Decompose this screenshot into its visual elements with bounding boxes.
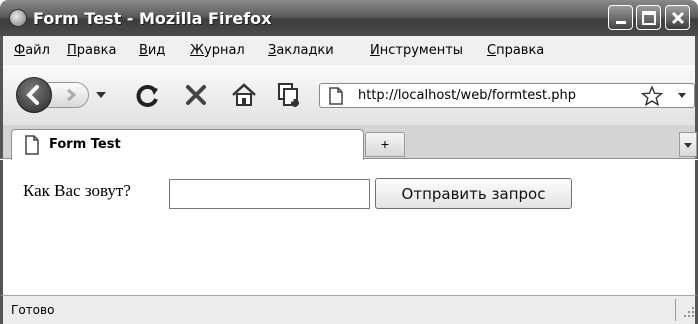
- back-arrow-icon: [26, 85, 39, 105]
- page-content: Как Вас зовут? Отправить запрос: [0, 160, 698, 295]
- firefox-icon: [9, 9, 27, 27]
- url-bar[interactable]: http://localhost/web/formtest.php: [319, 83, 695, 108]
- menu-tools[interactable]: Инструменты: [370, 43, 463, 58]
- url-text: http://localhost/web/formtest.php: [358, 88, 576, 103]
- window-title: Form Test - Mozilla Firefox: [33, 9, 272, 28]
- menu-view[interactable]: Вид: [139, 43, 165, 58]
- maximize-icon: [642, 11, 656, 25]
- status-bar: Готово: [0, 295, 698, 324]
- maximize-button[interactable]: [636, 5, 661, 30]
- menu-history[interactable]: Журнал: [190, 43, 245, 58]
- close-button[interactable]: [665, 5, 690, 30]
- bookmarks-icon[interactable]: [275, 80, 305, 110]
- reload-icon[interactable]: [133, 80, 163, 110]
- title-bar: Form Test - Mozilla Firefox: [0, 0, 698, 36]
- resize-grip-icon[interactable]: [683, 306, 695, 318]
- menu-bar: Файл Правка Вид Журнал Закладки Инструме…: [0, 36, 698, 65]
- chevron-down-icon: [684, 143, 692, 148]
- status-text: Готово: [11, 303, 55, 317]
- name-input[interactable]: [169, 179, 370, 209]
- forward-button[interactable]: [47, 82, 89, 108]
- minimize-icon: [616, 21, 626, 24]
- tab-list-button[interactable]: [679, 132, 697, 157]
- close-icon: [671, 11, 685, 25]
- menu-file[interactable]: Файл: [14, 43, 50, 58]
- minimize-button[interactable]: [608, 5, 633, 30]
- tab-title: Form Test: [49, 137, 121, 152]
- page-icon: [25, 135, 39, 155]
- url-dropdown-icon[interactable]: [676, 90, 688, 102]
- menu-help[interactable]: Справка: [487, 43, 544, 58]
- menu-bookmarks[interactable]: Закладки: [268, 43, 334, 58]
- tab-strip: Form Test +: [0, 125, 698, 160]
- forward-arrow-icon: [67, 88, 77, 102]
- tab-form-test[interactable]: Form Test: [11, 129, 364, 160]
- submit-button[interactable]: Отправить запрос: [375, 178, 572, 209]
- menu-edit[interactable]: Правка: [67, 43, 116, 58]
- new-tab-button[interactable]: +: [365, 132, 405, 157]
- history-dropdown-icon[interactable]: [93, 87, 109, 103]
- home-icon[interactable]: [229, 80, 259, 110]
- back-button[interactable]: [16, 77, 52, 113]
- page-icon: [329, 87, 343, 105]
- navigation-toolbar: http://localhost/web/formtest.php: [0, 65, 698, 125]
- status-divider: [675, 299, 676, 321]
- stop-icon[interactable]: [181, 80, 211, 110]
- name-label: Как Вас зовут?: [23, 181, 131, 200]
- star-icon[interactable]: [641, 86, 663, 106]
